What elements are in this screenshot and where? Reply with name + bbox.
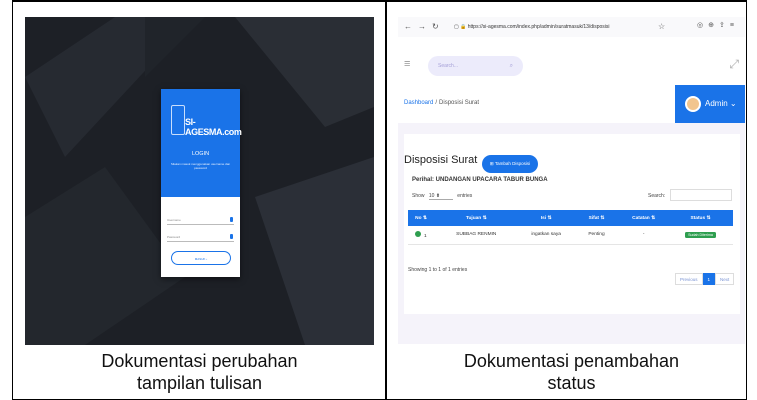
login-subtitle: Silakan masuk menggunakan username dan p… bbox=[170, 162, 231, 170]
add-disposisi-button[interactable]: ⊞ Tambah Disposisi bbox=[482, 155, 538, 173]
cell-sifat: Penting bbox=[573, 226, 620, 245]
login-screenshot: SI-AGESMA.com LOGIN Silakan masuk menggu… bbox=[25, 17, 374, 345]
breadcrumb-current: Disposisi Surat bbox=[439, 100, 480, 106]
col-catatan[interactable]: Catatan ⇅ bbox=[619, 210, 668, 226]
caption-left-line2: tampilan tulisan bbox=[136, 373, 263, 393]
logo-icon bbox=[171, 105, 185, 135]
app-bar: ≡ Search... ⌕ ⤢ bbox=[398, 51, 745, 81]
login-card: SI-AGESMA.com LOGIN Silakan masuk menggu… bbox=[161, 89, 242, 277]
reload-icon[interactable]: ↻ bbox=[432, 22, 439, 31]
cell-isi: ingatkan saya bbox=[518, 226, 574, 245]
pocket-icon[interactable]: ◎ bbox=[697, 22, 708, 29]
perihal-text: Perihal: UNDANGAN UPACARA TABUR BUNGA bbox=[412, 177, 548, 183]
column-divider bbox=[385, 0, 387, 400]
entries-select-value: 10 bbox=[428, 193, 435, 199]
expand-row-icon[interactable] bbox=[415, 230, 422, 237]
col-no[interactable]: No ⇅ bbox=[408, 210, 434, 226]
browser-actions: ◎⊕⇪≡ bbox=[697, 21, 739, 29]
col-isi[interactable]: Isi ⇅ bbox=[518, 210, 574, 226]
forward-icon[interactable]: → bbox=[418, 22, 426, 31]
username-placeholder: Username bbox=[167, 218, 181, 222]
url-bar[interactable]: ▢ 🔒 https://si-agesma.com/index.php/admi… bbox=[454, 21, 634, 33]
pagination: Previous 1 Next bbox=[675, 273, 735, 285]
shield-icon: ▢ bbox=[454, 24, 459, 30]
username-field[interactable]: Username bbox=[167, 215, 234, 225]
url-text: https://si-agesma.com/index.php/admin/su… bbox=[467, 24, 610, 30]
cell-tujuan: SUBBAG RENMIN bbox=[434, 226, 519, 245]
pager-next[interactable]: Next bbox=[715, 273, 735, 285]
account-icon[interactable]: ⊕ bbox=[708, 22, 719, 29]
show-label: Show bbox=[412, 193, 425, 199]
add-disposisi-label: Tambah Disposisi bbox=[494, 161, 531, 166]
col-tujuan[interactable]: Tujuan ⇅ bbox=[434, 210, 519, 226]
disposisi-table: No ⇅ Tujuan ⇅ Isi ⇅ Sifat ⇅ Catatan ⇅ St… bbox=[408, 210, 733, 245]
breadcrumb: Dashboard / Disposisi Surat bbox=[404, 100, 479, 106]
entries-select[interactable]: 10 ⬍ bbox=[428, 193, 453, 200]
status-badge: Sudah Diterima bbox=[685, 231, 716, 238]
login-button[interactable]: MASUK › bbox=[171, 251, 231, 265]
browser-screenshot: ← → ↻ ▢ 🔒 https://si-agesma.com/index.ph… bbox=[398, 17, 745, 344]
password-field[interactable]: Password bbox=[167, 232, 234, 242]
login-title: LOGIN bbox=[191, 151, 210, 157]
login-header: SI-AGESMA.com LOGIN Silakan masuk menggu… bbox=[161, 89, 242, 197]
user-menu[interactable]: Admin ⌄ bbox=[675, 85, 745, 123]
user-icon bbox=[230, 217, 233, 222]
star-icon[interactable]: ☆ bbox=[658, 22, 665, 31]
hamburger-icon[interactable]: ≡ bbox=[404, 58, 410, 70]
back-icon[interactable]: ← bbox=[404, 22, 412, 31]
breadcrumb-bar: Dashboard / Disposisi Surat Admin ⌄ bbox=[398, 85, 745, 123]
pager-page-1[interactable]: 1 bbox=[702, 273, 716, 285]
browser-toolbar: ← → ↻ ▢ 🔒 https://si-agesma.com/index.ph… bbox=[398, 17, 745, 37]
table-search-input[interactable] bbox=[670, 189, 732, 201]
table-header-row: No ⇅ Tujuan ⇅ Isi ⇅ Sifat ⇅ Catatan ⇅ St… bbox=[408, 210, 733, 226]
search-input[interactable]: Search... ⌕ bbox=[428, 56, 523, 76]
menu-icon[interactable]: ≡ bbox=[730, 22, 739, 29]
lock-icon: 🔒 bbox=[460, 24, 467, 30]
brand-logo-text: SI-AGESMA.com bbox=[185, 117, 242, 137]
breadcrumb-separator: / bbox=[435, 100, 438, 106]
pager-previous[interactable]: Previous bbox=[675, 273, 703, 285]
col-status[interactable]: Status ⇅ bbox=[668, 210, 733, 226]
caption-left: Dokumentasi perubahan tampilan tulisan bbox=[25, 350, 374, 394]
breadcrumb-dashboard[interactable]: Dashboard bbox=[404, 100, 433, 106]
entries-label: entries bbox=[457, 193, 473, 199]
search-placeholder: Search... bbox=[438, 63, 459, 69]
caption-right: Dokumentasi penambahan status bbox=[398, 350, 745, 394]
password-placeholder: Password bbox=[167, 235, 181, 239]
caption-right-line1: Dokumentasi penambahan bbox=[463, 351, 680, 371]
user-label: Admin bbox=[705, 99, 728, 108]
table-info: Showing 1 to 1 of 1 entries bbox=[408, 267, 468, 273]
caption-left-line1: Dokumentasi perubahan bbox=[101, 351, 298, 371]
lock-icon bbox=[230, 234, 233, 239]
fullscreen-icon[interactable]: ⤢ bbox=[729, 57, 739, 72]
plus-icon: ⊞ bbox=[489, 161, 494, 166]
page-title: Disposisi Surat bbox=[404, 154, 478, 166]
cell-status: Sudah Diterima bbox=[668, 226, 733, 245]
login-button-label: MASUK bbox=[194, 257, 206, 261]
avatar bbox=[685, 96, 701, 112]
table-row: 1 SUBBAG RENMIN ingatkan saya Penting - … bbox=[408, 226, 733, 245]
cell-catatan: - bbox=[619, 226, 668, 245]
table-search-label: Search: bbox=[648, 193, 666, 199]
caption-right-line2: status bbox=[547, 373, 596, 393]
show-entries: Show 10 ⬍ entries bbox=[412, 193, 472, 200]
search-icon: ⌕ bbox=[509, 63, 513, 69]
share-icon[interactable]: ⇪ bbox=[719, 22, 730, 29]
cell-no: 1 bbox=[408, 226, 434, 245]
col-sifat[interactable]: Sifat ⇅ bbox=[573, 210, 620, 226]
